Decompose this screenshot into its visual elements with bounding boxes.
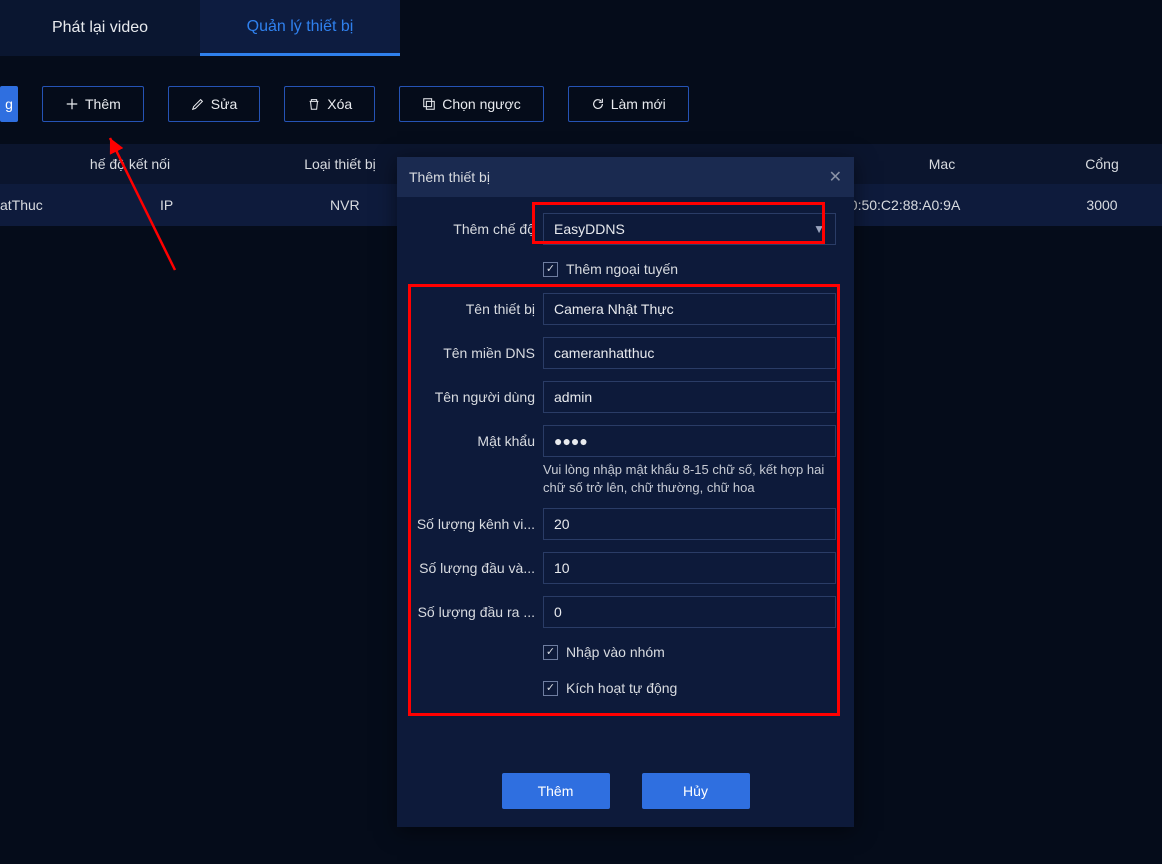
dialog-submit-label: Thêm xyxy=(538,783,574,799)
input-password[interactable] xyxy=(554,426,825,456)
add-button[interactable]: Thêm xyxy=(42,86,144,122)
input-outputs-wrap xyxy=(543,596,836,628)
row-vi-channels: Số lượng kênh vi... xyxy=(415,502,836,546)
dialog-form: Thêm chế độ EasyDDNS ▼ ✓ Thêm ngoại tuyế… xyxy=(397,197,854,706)
trash-icon xyxy=(307,97,321,111)
input-inputs-wrap xyxy=(543,552,836,584)
dialog-actions: Thêm Hủy xyxy=(397,773,854,809)
label-password: Mật khẩu xyxy=(415,433,535,449)
cell-connection: IP xyxy=(60,197,260,213)
row-import-group: ✓ Nhập vào nhóm xyxy=(415,634,836,670)
row-password: Mật khẩu xyxy=(415,419,836,463)
col-connection-mode: hế độ kết nối xyxy=(0,156,260,172)
label-inputs: Số lượng đầu và... xyxy=(415,560,535,576)
tab-playback[interactable]: Phát lại video xyxy=(0,0,200,56)
add-device-dialog: Thêm thiết bị ✕ Thêm chế độ EasyDDNS ▼ ✓… xyxy=(397,157,854,827)
row-inputs: Số lượng đầu và... xyxy=(415,546,836,590)
label-device-name: Tên thiết bị xyxy=(415,301,535,317)
toolbar: g Thêm Sửa Xóa Chọn ngược Làm mới xyxy=(0,56,1162,144)
label-vi-channels: Số lượng kênh vi... xyxy=(415,516,535,532)
row-dns: Tên miền DNS xyxy=(415,331,836,375)
cell-device-name: atThuc xyxy=(0,197,60,213)
invert-selection-button[interactable]: Chọn ngược xyxy=(399,86,543,122)
refresh-icon xyxy=(591,97,605,111)
cell-mac: 00:50:C2:88:A0:9A xyxy=(842,197,1042,213)
label-dns: Tên miền DNS xyxy=(415,345,535,361)
refresh-button[interactable]: Làm mới xyxy=(568,86,689,122)
label-mode: Thêm chế độ xyxy=(415,221,535,237)
input-password-wrap xyxy=(543,425,836,457)
search-chip[interactable]: g xyxy=(0,86,18,122)
label-auto-activate: Kích hoạt tự động xyxy=(566,680,677,696)
input-vi-channels-wrap xyxy=(543,508,836,540)
tab-device-management[interactable]: Quản lý thiết bị xyxy=(200,0,400,56)
password-hint: Vui lòng nhập mật khẩu 8-15 chữ số, kết … xyxy=(415,461,836,496)
input-device-name[interactable] xyxy=(554,294,825,324)
chevron-down-icon: ▼ xyxy=(813,222,825,236)
row-device-name: Tên thiết bị xyxy=(415,287,836,331)
tab-device-management-label: Quản lý thiết bị xyxy=(247,18,354,36)
refresh-button-label: Làm mới xyxy=(611,96,666,112)
invert-icon xyxy=(422,97,436,111)
col-mac: Mac xyxy=(842,156,1042,172)
dialog-cancel-label: Hủy xyxy=(683,783,708,799)
input-device-name-wrap xyxy=(543,293,836,325)
invert-button-label: Chọn ngược xyxy=(442,96,520,112)
row-mode: Thêm chế độ EasyDDNS ▼ xyxy=(415,207,836,251)
add-button-label: Thêm xyxy=(85,96,121,112)
row-user: Tên người dùng xyxy=(415,375,836,419)
label-user: Tên người dùng xyxy=(415,389,535,405)
dialog-title-text: Thêm thiết bị xyxy=(409,169,490,185)
edit-button-label: Sửa xyxy=(211,96,238,112)
plus-icon xyxy=(65,97,79,111)
search-chip-text: g xyxy=(5,96,13,112)
checkbox-offline[interactable]: ✓ xyxy=(543,262,558,277)
row-outputs: Số lượng đầu ra ... xyxy=(415,590,836,634)
input-inputs[interactable] xyxy=(554,553,825,583)
close-icon[interactable]: ✕ xyxy=(829,167,842,187)
delete-button[interactable]: Xóa xyxy=(284,86,375,122)
delete-button-label: Xóa xyxy=(327,96,352,112)
checkbox-import-group[interactable]: ✓ xyxy=(543,645,558,660)
label-outputs: Số lượng đầu ra ... xyxy=(415,604,535,620)
tab-bar: Phát lại video Quản lý thiết bị xyxy=(0,0,1162,56)
tabbar-spacer xyxy=(400,0,1162,56)
input-dns[interactable] xyxy=(554,338,825,368)
select-mode-value: EasyDDNS xyxy=(554,221,625,237)
input-user-wrap xyxy=(543,381,836,413)
input-vi-channels[interactable] xyxy=(554,509,825,539)
col-port: Cổng xyxy=(1042,156,1162,172)
cell-port: 3000 xyxy=(1042,197,1162,213)
label-offline: Thêm ngoại tuyến xyxy=(566,261,678,277)
dialog-submit-button[interactable]: Thêm xyxy=(502,773,610,809)
edit-button[interactable]: Sửa xyxy=(168,86,261,122)
dialog-cancel-button[interactable]: Hủy xyxy=(642,773,750,809)
tab-playback-label: Phát lại video xyxy=(52,19,148,37)
input-dns-wrap xyxy=(543,337,836,369)
select-mode[interactable]: EasyDDNS ▼ xyxy=(543,213,836,245)
input-user[interactable] xyxy=(554,382,825,412)
row-auto-activate: ✓ Kích hoạt tự động xyxy=(415,670,836,706)
checkbox-auto-activate[interactable]: ✓ xyxy=(543,681,558,696)
dialog-titlebar: Thêm thiết bị ✕ xyxy=(397,157,854,197)
pencil-icon xyxy=(191,97,205,111)
label-import-group: Nhập vào nhóm xyxy=(566,644,665,660)
col-device-type: Loại thiết bị xyxy=(260,156,420,172)
cell-type: NVR xyxy=(260,197,420,213)
input-outputs[interactable] xyxy=(554,597,825,627)
row-offline: ✓ Thêm ngoại tuyến xyxy=(415,251,836,287)
